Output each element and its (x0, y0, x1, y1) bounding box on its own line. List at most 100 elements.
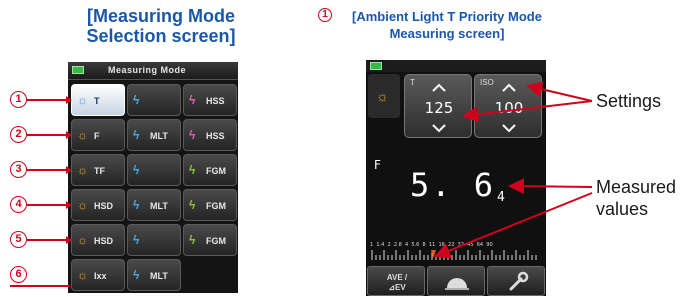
callout-line-6 (10, 285, 70, 287)
callout-line-5 (27, 236, 72, 244)
measured-values-label: Measured values (596, 176, 676, 220)
flash-icon: ϟ (189, 128, 196, 142)
scale-label: 22 (448, 242, 455, 248)
mode-button-flash-cord-mlt[interactable]: ϟ MLT (127, 189, 181, 221)
scale-label: 1 (370, 242, 374, 248)
mode-button-label: MLT (150, 131, 168, 141)
iso-value: 100 (494, 99, 524, 117)
flash-icon: ϟ (189, 233, 196, 247)
mode-button-label: T (94, 96, 100, 106)
sun-icon: ☼ (77, 233, 88, 247)
scale-label: 4 (405, 242, 409, 248)
iso-setting[interactable]: ISO 100 (474, 74, 542, 138)
mode-button-label: FGM (206, 236, 226, 246)
chevron-down-icon[interactable] (431, 123, 447, 133)
callout-line-2 (27, 131, 72, 139)
aperture-scale-labels: 1 1.4 2 2.8 4 5.6 8 11 16 22 32 45 64 90 (370, 242, 544, 248)
mode-button-ambient-t[interactable]: ☼ T (71, 84, 125, 116)
ave-ev-button[interactable]: AVE / ⊿EV (367, 266, 425, 296)
measured-values-label-line1: Measured (596, 177, 677, 197)
page: [Measuring Mode Selection screen] Measur… (0, 0, 693, 297)
sun-icon: ☼ (77, 93, 88, 107)
callout-line-3 (27, 166, 72, 174)
scale-label: 16 (438, 242, 445, 248)
bottom-button-row: AVE / ⊿EV (366, 266, 546, 296)
settings-label: Settings (596, 91, 662, 111)
mode-button-label: HSD (94, 236, 114, 246)
flash-icon: ϟ (133, 198, 140, 212)
mode-button-label: TF (94, 166, 105, 176)
mode-button-label: HSS (206, 131, 225, 141)
scale-label: 45 (467, 242, 474, 248)
battery-icon (370, 62, 382, 70)
screen-header: Measuring Mode (68, 62, 238, 80)
measuring-mode-button[interactable]: ☼ (368, 74, 400, 118)
mode-button-ambient-tf[interactable]: ☼ TF (71, 154, 125, 186)
flash-icon: ϟ (133, 128, 140, 142)
sun-icon: ☼ (77, 128, 88, 142)
flash-icon: ϟ (189, 163, 196, 177)
measured-aperture-value: 5. 6 (410, 166, 496, 204)
callout-line-1 (27, 96, 72, 104)
measuring-mode-selection-screen: Measuring Mode ☼ T ϟ ϟ HSS ☼ F ϟ MLT ϟ H… (68, 62, 238, 293)
sun-icon: ☼ (77, 163, 88, 177)
mode-button-label: FGM (206, 166, 226, 176)
mode-button-flash-fgm-2[interactable]: ϟ FGM (183, 189, 237, 221)
chevron-down-icon[interactable] (501, 123, 517, 133)
scale-label: 5.6 (411, 242, 420, 248)
sun-icon: ☼ (77, 198, 88, 212)
callout-number-3: 3 (10, 161, 27, 178)
sun-icon: ☼ (77, 268, 88, 282)
right-title-line2: Measuring screen] (389, 26, 505, 41)
mode-button-flash-mlt[interactable]: ϟ MLT (127, 119, 181, 151)
left-title-line1: [Measuring Mode (86, 6, 235, 26)
right-title-callout: 1 (318, 8, 332, 22)
scale-label: 8 (422, 242, 426, 248)
shutter-speed-setting[interactable]: T 125 (404, 74, 472, 138)
left-title-line2: Selection screen] (86, 26, 236, 46)
menu-button[interactable] (487, 266, 545, 296)
scale-label: 32 (457, 242, 464, 248)
screen-header-title: Measuring Mode (108, 65, 187, 75)
mode-button-flash-radio-mlt[interactable]: ϟ MLT (127, 259, 181, 291)
flash-icon: ϟ (133, 93, 140, 107)
mode-button-flash-hss-2[interactable]: ϟ HSS (183, 119, 237, 151)
mode-button-flash-cord[interactable]: ϟ (127, 154, 181, 186)
shutter-speed-value: 125 (424, 99, 454, 117)
shutter-speed-caption: T (410, 78, 415, 87)
memory-button[interactable] (427, 266, 485, 296)
mode-button-flash[interactable]: ϟ (127, 84, 181, 116)
ave-label: AVE / (386, 273, 408, 282)
aperture-scale (371, 250, 537, 260)
sun-icon: ☼ (376, 88, 389, 104)
callout-number-5: 5 (10, 231, 27, 248)
chevron-up-icon[interactable] (431, 83, 447, 93)
screen-header (366, 60, 546, 72)
mode-button-ambient-f[interactable]: ☼ F (71, 119, 125, 151)
mode-button-flash-radio[interactable]: ϟ (127, 224, 181, 256)
mode-button-label: HSS (206, 96, 225, 106)
mode-button-label: HSD (94, 201, 114, 211)
measured-aperture-tenths: 4 (497, 190, 505, 205)
dome-icon (445, 278, 469, 290)
mode-button-ambient-ixx[interactable]: ☼ Ixx (71, 259, 125, 291)
mode-button-ambient-hsd-2[interactable]: ☼ HSD (71, 224, 125, 256)
scale-label: 1.4 (376, 242, 385, 248)
flash-icon: ϟ (133, 233, 140, 247)
mode-button-flash-hss[interactable]: ϟ HSS (183, 84, 237, 116)
flash-icon: ϟ (133, 268, 140, 282)
flash-icon: ϟ (189, 198, 196, 212)
mode-button-label: Ixx (94, 271, 107, 281)
mode-button-ambient-hsd[interactable]: ☼ HSD (71, 189, 125, 221)
right-title-line1: [Ambient Light T Priority Mode (352, 9, 542, 24)
mode-button-flash-fgm[interactable]: ϟ FGM (183, 154, 237, 186)
battery-icon (72, 66, 84, 74)
measured-values-label-line2: values (596, 199, 649, 219)
callout-number-2: 2 (10, 126, 27, 143)
scale-label: 11 (428, 242, 436, 248)
callout-number-6: 6 (10, 266, 27, 283)
chevron-up-icon[interactable] (501, 83, 517, 93)
scale-label: 90 (486, 242, 493, 248)
callout-line-4 (27, 201, 72, 209)
mode-button-flash-fgm-3[interactable]: ϟ FGM (183, 224, 237, 256)
